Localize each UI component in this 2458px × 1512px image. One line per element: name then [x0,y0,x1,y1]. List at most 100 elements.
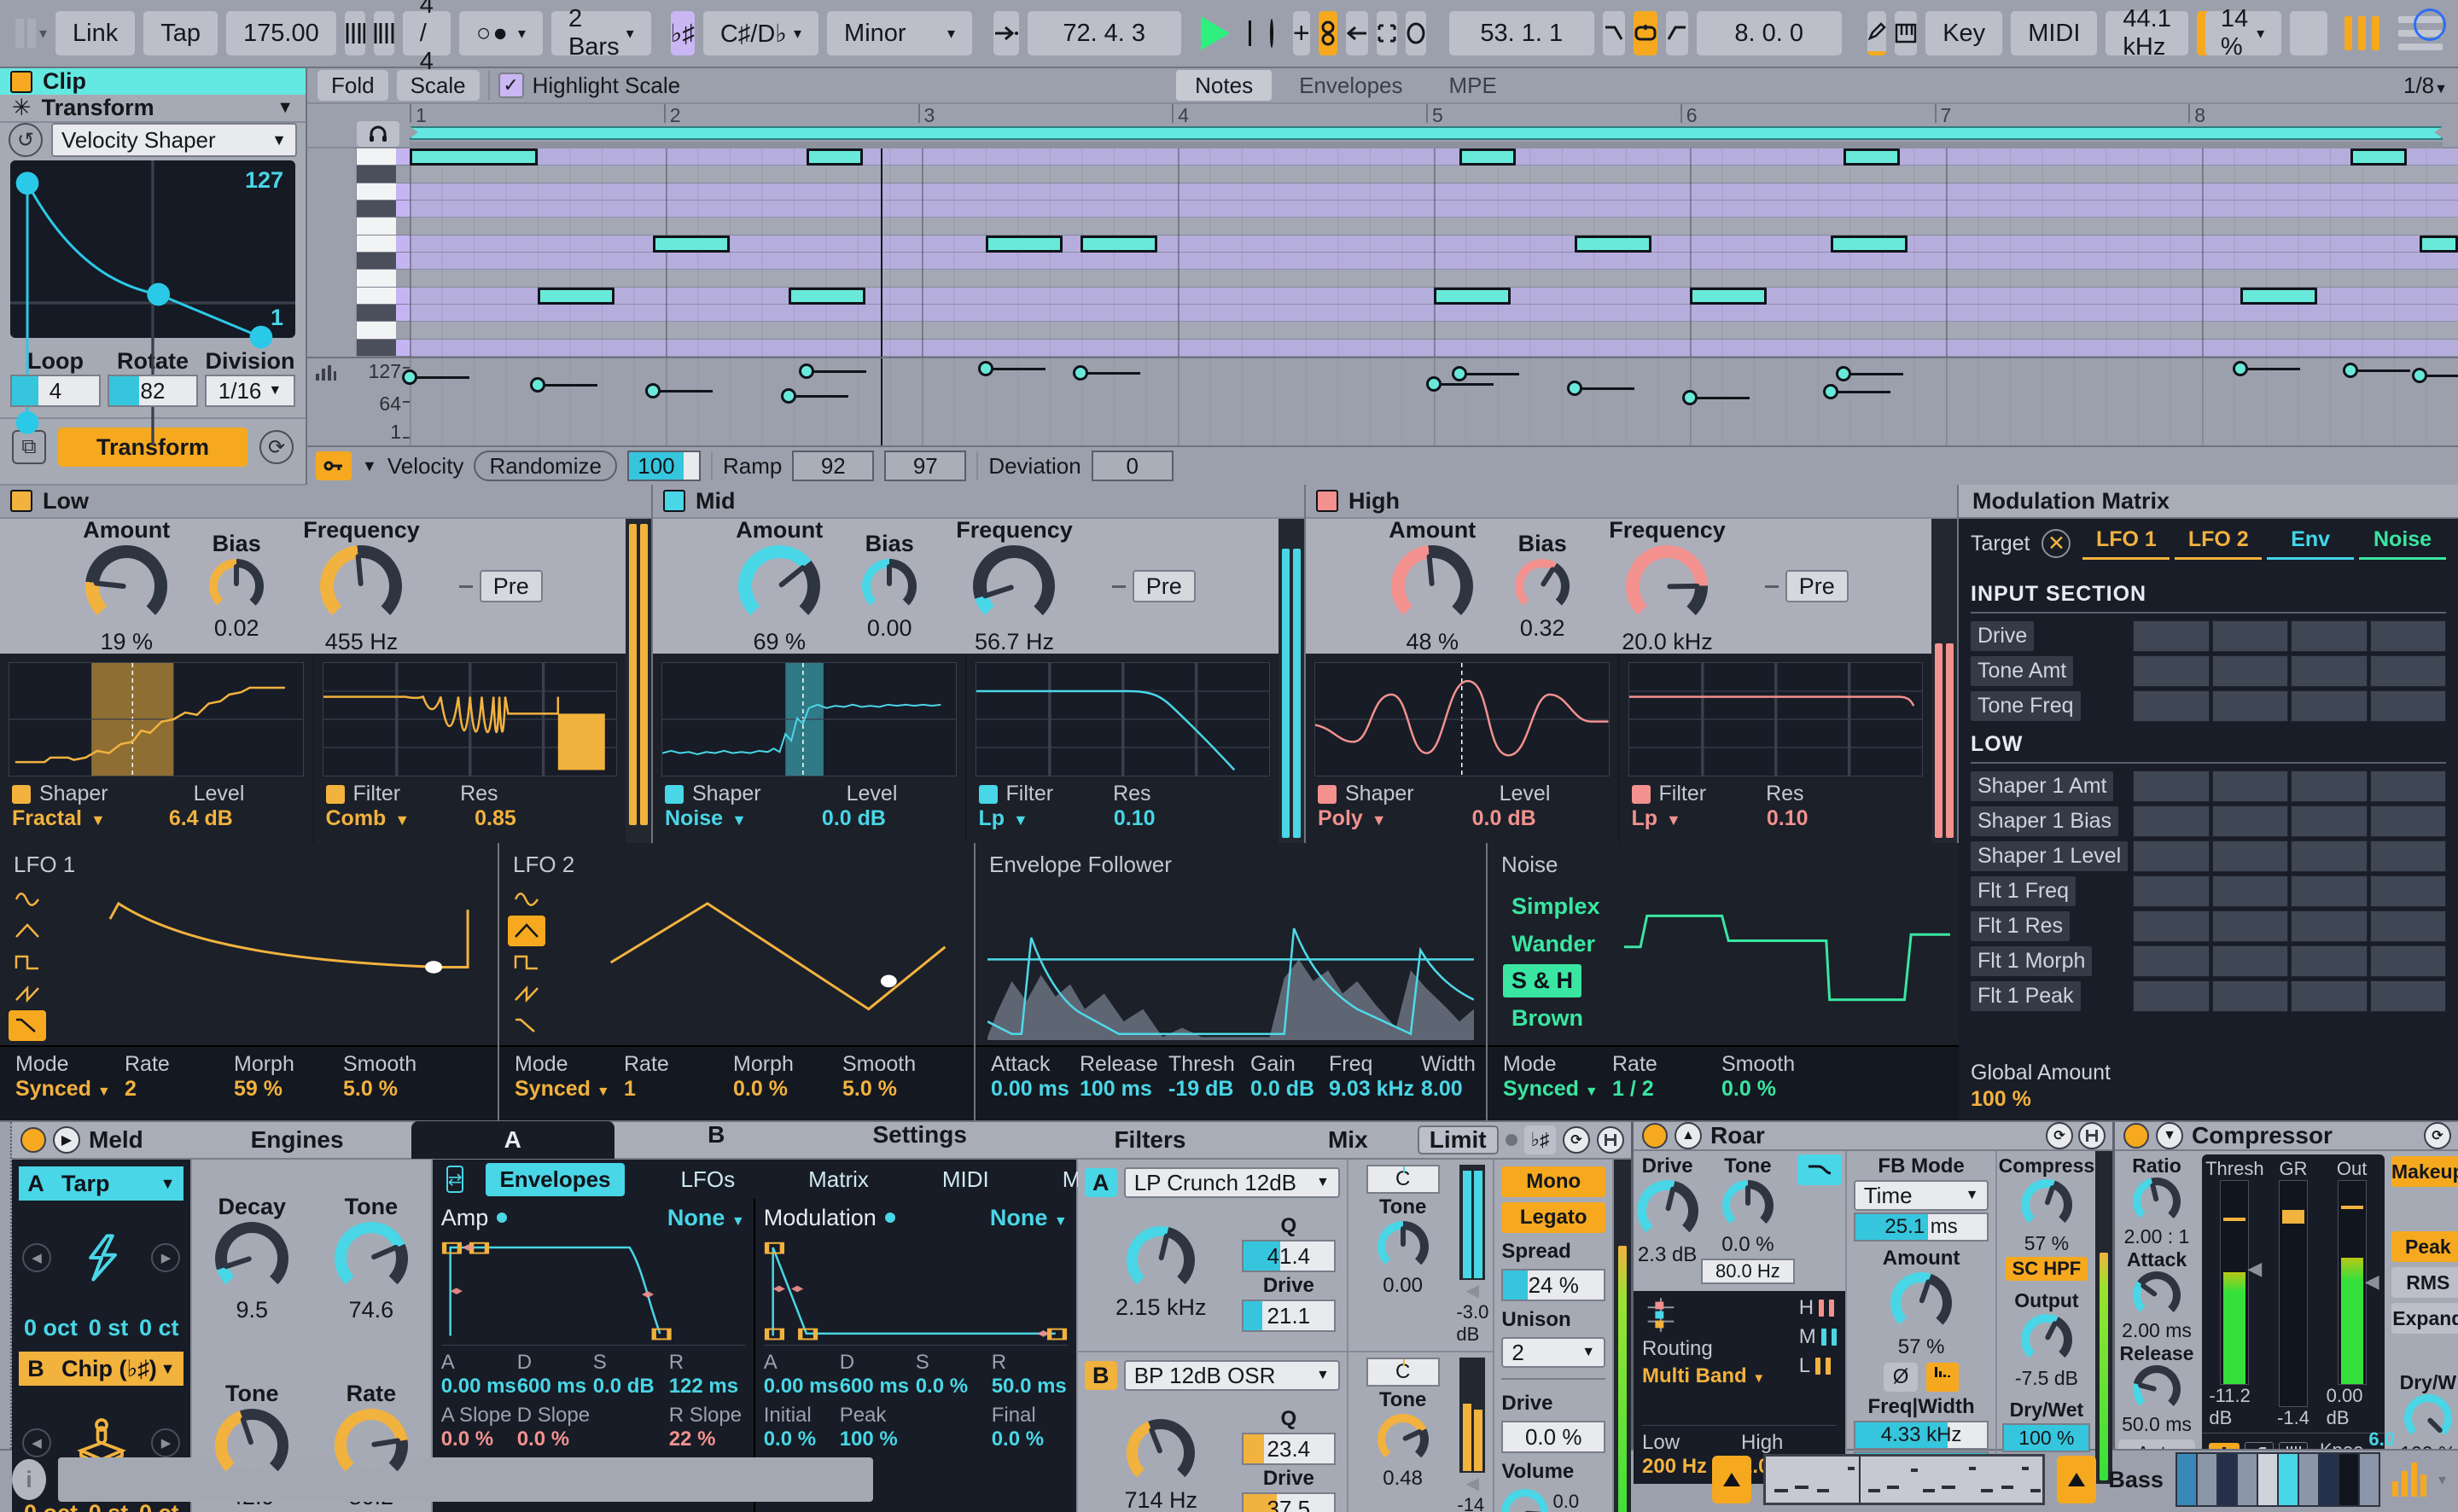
matrix-cell[interactable] [2291,840,2368,872]
loop-field[interactable]: 4 [10,375,101,407]
track-preview-play-button[interactable] [2057,1456,2096,1503]
matrix-cell[interactable] [2133,910,2210,942]
phase-invert-button[interactable]: Ø [1884,1363,1918,1392]
link-button[interactable]: Link [55,11,135,55]
matrix-cell[interactable] [2212,945,2289,977]
pencil-icon[interactable] [1867,11,1886,55]
quantize-selector[interactable]: 2 Bars▾ [551,11,651,55]
piano-key[interactable] [357,148,410,166]
matrix-cell[interactable] [2212,910,2289,942]
engine-a-selector[interactable]: Tarp▼ [53,1166,183,1201]
loop-icon[interactable] [1634,11,1657,55]
matrix-cell[interactable] [2370,690,2447,722]
matrix-cell[interactable] [2291,945,2368,977]
matrix-cell[interactable] [2291,980,2368,1012]
matrix-cell[interactable] [2133,771,2210,802]
tab-mpe[interactable]: MPE [1430,70,1516,101]
midi-note[interactable] [807,148,863,166]
fb-spectrum-button[interactable] [1926,1363,1959,1392]
engine-a-decay-knob[interactable]: Decay9.5 [215,1194,288,1323]
matrix-cell[interactable] [2212,771,2289,802]
midi-note[interactable] [1690,288,1767,305]
preview-headphone-button[interactable] [357,121,399,147]
legato-button[interactable]: Legato [1501,1202,1605,1233]
noise-option-sh[interactable]: S & H [1503,964,1581,997]
matrix-cell[interactable] [2370,910,2447,942]
matrix-col-noise[interactable]: Noise [2359,527,2446,560]
matrix-cell[interactable] [2291,655,2368,687]
mono-button[interactable]: Mono [1501,1166,1605,1197]
fb-mode-selector[interactable]: Time▼ [1854,1180,1989,1211]
matrix-cell[interactable] [2133,840,2210,872]
velocity-marker[interactable] [2343,363,2358,378]
matrix-cell[interactable] [2212,620,2289,652]
computer-midi-keyboard-icon[interactable] [1895,11,1917,55]
env-link-icon[interactable]: ⇄ [446,1166,464,1193]
lfo2-morph[interactable]: 0.0 % [733,1077,842,1102]
attack-knob[interactable] [2133,1271,2181,1319]
unison-selector[interactable]: 2▼ [1501,1337,1605,1368]
filter-b-letter[interactable]: B [1085,1361,1117,1390]
noise-type-selector[interactable]: Simplex Wander S & H Brown [1488,880,1616,1045]
matrix-cell[interactable] [2291,805,2368,837]
subtab-lfos[interactable]: LFOs [681,1166,736,1193]
midi-note[interactable] [1575,236,1651,253]
out-meter[interactable]: ◀ [2338,1180,2367,1385]
low-amount-knob[interactable]: Amount19 % [83,517,170,655]
meld-activator[interactable] [20,1127,46,1153]
matrix-cell[interactable] [2212,805,2289,837]
session-overdub-icon[interactable] [1319,11,1337,55]
roar-tone-freq-field[interactable]: 80.0 Hz [1701,1259,1795,1284]
roar-fold-icon[interactable]: ▲ [1675,1122,1702,1149]
scale-selector[interactable]: Minor▾ [827,11,972,55]
engine-a-prev-icon[interactable]: ◀ [22,1243,51,1272]
matrix-cell[interactable] [2133,620,2210,652]
routing-mode-selector[interactable]: Multi Band ▼ [1642,1364,1765,1388]
high-frequency-knob[interactable]: Frequency20.0 kHz [1609,517,1726,655]
meter-chooser[interactable]: ▾ [2438,1471,2446,1489]
mid-frequency-knob[interactable]: Frequency56.7 Hz [956,517,1073,655]
matrix-cell[interactable] [2133,980,2210,1012]
velocity-marker[interactable] [2412,368,2427,383]
clip-preview-thumbnail[interactable] [1763,1454,2045,1505]
ef-attack[interactable]: 0.00 ms [991,1077,1080,1102]
expand-button[interactable]: Expand [2391,1303,2458,1334]
matrix-cell[interactable] [2212,655,2289,687]
noise-mode[interactable]: Synced ▼ [1503,1077,1612,1102]
fb-amount-value[interactable]: 57 % [1898,1335,1945,1359]
ramp-to-field[interactable]: 97 [884,451,966,481]
punch-out-icon[interactable] [1666,11,1688,55]
stop-button[interactable] [1249,20,1251,46]
key-map-button[interactable]: Key [1925,11,2002,55]
engine-a-tone-knob[interactable]: Tone74.6 [335,1194,408,1323]
filter-a-letter[interactable]: A [1085,1168,1117,1197]
midi-map-button[interactable]: MIDI [2011,11,2097,55]
low-filter-type[interactable]: Comb▼ [326,806,411,831]
sidechain-listen-icon[interactable] [2414,9,2446,41]
engine-b-oct[interactable]: 0 oct [24,1500,78,1512]
mid-shaper-display[interactable] [661,662,957,776]
filter-a-type-selector[interactable]: LP Crunch 12dB▼ [1124,1167,1340,1198]
noise-smooth[interactable]: 0.0 % [1721,1077,1831,1102]
low-filter-display[interactable] [323,662,618,776]
clip-preview-play-button[interactable] [1712,1456,1751,1503]
mod-release[interactable]: 50.0 ms [992,1375,1068,1399]
amp-route-selector[interactable]: None ▼ [667,1205,745,1231]
filter-b-freq-knob[interactable]: 714 Hz [1085,1419,1238,1512]
square-icon[interactable] [508,947,545,978]
mod-decay[interactable]: 600 ms [840,1375,916,1399]
mod-sustain[interactable]: 0.0 % [916,1375,992,1399]
piano-key[interactable] [357,322,410,339]
high-bias-knob[interactable]: Bias0.32 [1515,531,1570,642]
info-icon[interactable]: i [12,1459,46,1500]
matrix-col-lfo1[interactable]: LFO 1 [2082,527,2170,560]
highlight-scale-checkbox[interactable]: ✓ [498,73,524,98]
low-frequency-knob[interactable]: Frequency455 Hz [303,517,420,655]
lane-key-icon[interactable] [316,451,352,480]
filter-a-drive-field[interactable]: 21.1 [1242,1300,1336,1332]
fb-freq-field[interactable]: 4.33 kHz [1854,1421,1989,1450]
matrix-cell[interactable] [2133,690,2210,722]
matrix-cell[interactable] [2370,980,2447,1012]
triangle-icon[interactable] [508,916,545,946]
release-knob[interactable] [2133,1365,2181,1413]
